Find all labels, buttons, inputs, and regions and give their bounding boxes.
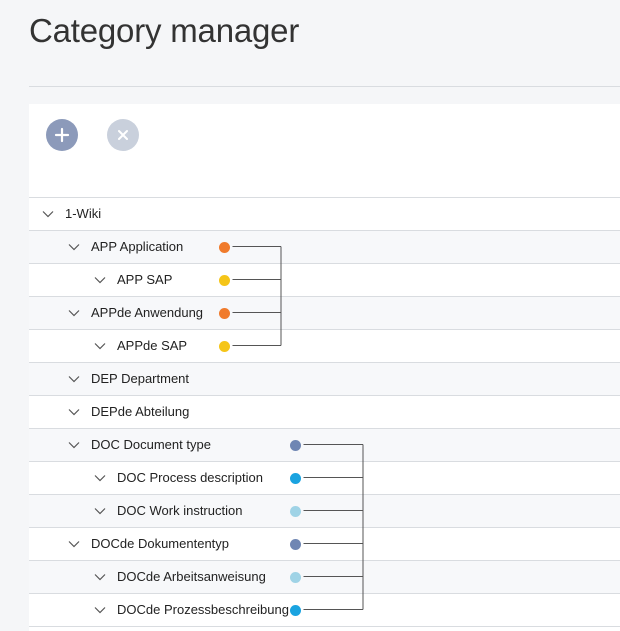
tree-row-label: DOC Process description [117,470,263,485]
category-color-dot[interactable] [290,605,301,616]
tree-row[interactable]: DOCde Arbeitsanweisung [29,561,620,594]
chevron-down-icon[interactable] [93,603,107,617]
tree-row[interactable]: DEP Department [29,363,620,396]
tree-row[interactable]: DEPde Abteilung [29,396,620,429]
chevron-down-icon[interactable] [93,273,107,287]
tree-row-label: DOCde Arbeitsanweisung [117,569,266,584]
category-panel: 1-Wiki APP Application APP SAP APPde Anwend… [29,104,620,631]
tree-row[interactable]: DOCde Dokumententyp [29,528,620,561]
tree-row[interactable]: DOC Document type [29,429,620,462]
tree-row[interactable]: APP Application [29,231,620,264]
chevron-down-icon[interactable] [93,471,107,485]
tree-row[interactable]: DOCde Prozessbeschreibung [29,594,620,627]
chevron-down-icon[interactable] [67,537,81,551]
category-color-dot[interactable] [290,506,301,517]
tree-row[interactable]: DOC Work instruction [29,495,620,528]
tree-row[interactable]: APPde Anwendung [29,297,620,330]
category-color-dot[interactable] [290,440,301,451]
tree-row-label: 1-Wiki [65,206,102,221]
tree-row-label: DOC Document type [91,437,211,452]
tree-row-label: APPde SAP [117,338,188,353]
category-color-dot[interactable] [290,572,301,583]
tree-row-label: DOCde Dokumententyp [91,536,230,551]
tree-row[interactable]: APPde SAP [29,330,620,363]
chevron-down-icon[interactable] [67,372,81,386]
tree-row-label: APP SAP [117,272,173,287]
category-color-dot[interactable] [219,341,230,352]
category-color-dot[interactable] [219,242,230,253]
tree-row-label: APPde Anwendung [91,305,204,320]
category-color-dot[interactable] [219,275,230,286]
chevron-down-icon[interactable] [93,339,107,353]
tree-row-label: DEPde Abteilung [91,404,190,419]
chevron-down-icon[interactable] [93,570,107,584]
chevron-down-icon[interactable] [41,207,55,221]
page-title: Category manager [29,12,300,49]
add-category-button[interactable] [46,119,78,151]
close-icon [118,130,128,140]
tree-row[interactable]: DOC Process description [29,462,620,495]
tree-row[interactable]: 1-Wiki [29,198,620,231]
tree-row-label: DOC Work instruction [117,503,243,518]
category-tree: 1-Wiki APP Application APP SAP APPde Anwend… [29,197,620,627]
chevron-down-icon[interactable] [67,405,81,419]
title-divider [29,86,620,87]
category-color-dot[interactable] [219,308,230,319]
tree-row[interactable]: APP SAP [29,264,620,297]
chevron-down-icon[interactable] [67,240,81,254]
chevron-down-icon[interactable] [67,438,81,452]
category-color-dot[interactable] [290,473,301,484]
remove-category-button[interactable] [107,119,139,151]
tree-row-label: DEP Department [91,371,190,386]
category-color-dot[interactable] [290,539,301,550]
tree-row-label: DOCde Prozessbeschreibung [117,602,289,617]
chevron-down-icon[interactable] [67,306,81,320]
plus-icon [54,127,70,143]
chevron-down-icon[interactable] [93,504,107,518]
tree-row-label: APP Application [91,239,184,254]
